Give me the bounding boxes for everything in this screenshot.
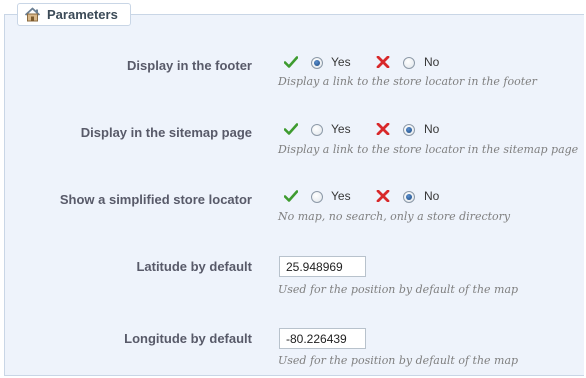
longitude-help-text: Used for the position by default of the … <box>278 354 519 367</box>
longitude-label: Longitude by default <box>124 331 252 346</box>
sitemap-help-text: Display a link to the store locator in t… <box>278 143 579 156</box>
check-icon <box>284 190 298 202</box>
sitemap-yes-radio[interactable] <box>311 124 323 136</box>
latitude-help-text: Used for the position by default of the … <box>278 283 519 296</box>
setting-label-simplified: Show a simplified store locator <box>59 192 252 207</box>
latitude-input[interactable] <box>279 256 366 277</box>
setting-label-sitemap: Display in the sitemap page <box>80 125 252 140</box>
footer-help-text: Display a link to the store locator in t… <box>278 75 537 88</box>
home-icon <box>24 7 41 22</box>
sitemap-no-label[interactable]: No <box>424 122 439 136</box>
simplified-yes-label[interactable]: Yes <box>331 189 351 203</box>
footer-yes-label[interactable]: Yes <box>331 55 351 69</box>
sitemap-yes-label[interactable]: Yes <box>331 122 351 136</box>
parameters-legend: Parameters <box>17 3 131 26</box>
latitude-label: Latitude by default <box>136 259 252 274</box>
footer-yes-radio[interactable] <box>311 57 323 69</box>
longitude-input[interactable] <box>279 328 366 349</box>
simplified-no-label[interactable]: No <box>424 189 439 203</box>
cross-icon <box>376 190 390 202</box>
setting-label-footer: Display in the footer <box>127 58 252 73</box>
legend-title: Parameters <box>47 7 118 22</box>
check-icon <box>284 123 298 135</box>
check-icon <box>284 56 298 68</box>
footer-no-radio[interactable] <box>403 57 415 69</box>
simplified-yes-radio[interactable] <box>311 191 323 203</box>
cross-icon <box>376 123 390 135</box>
simplified-no-radio[interactable] <box>403 191 415 203</box>
sitemap-no-radio[interactable] <box>403 124 415 136</box>
simplified-help-text: No map, no search, only a store director… <box>278 210 511 223</box>
footer-no-label[interactable]: No <box>424 55 439 69</box>
cross-icon <box>376 56 390 68</box>
